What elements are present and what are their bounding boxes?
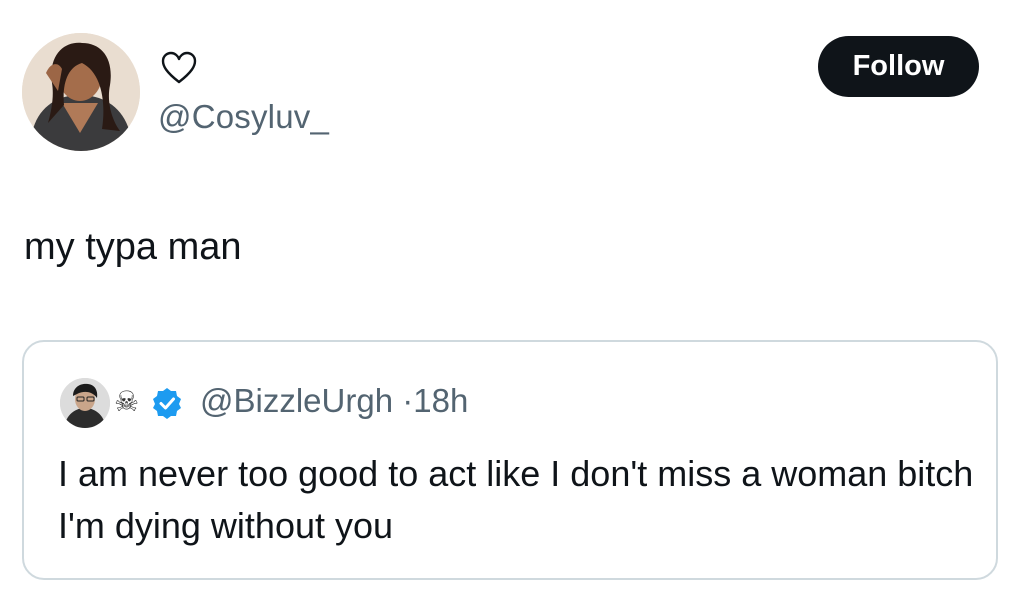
quoted-author-handle[interactable]: @BizzleUrgh	[200, 382, 393, 419]
quoted-tweet-time[interactable]: 18h	[413, 382, 468, 419]
follow-button[interactable]: Follow	[818, 36, 979, 97]
quoted-author-meta: @BizzleUrgh ·18h	[200, 382, 468, 420]
author-handle[interactable]: @Cosyluv_	[158, 98, 329, 136]
skull-emoji: ☠	[114, 386, 140, 417]
quoted-tweet-card[interactable]: ☠ @BizzleUrgh ·18h I am never too good t…	[22, 340, 998, 580]
author-avatar[interactable]	[22, 33, 140, 151]
heart-outline-icon	[161, 51, 197, 84]
tweet-text: my typa man	[24, 226, 242, 268]
quoted-tweet-text: I am never too good to act like I don't …	[58, 453, 974, 546]
verified-badge-icon	[153, 388, 181, 419]
quoted-author-avatar[interactable]	[60, 378, 110, 428]
meta-separator: ·	[402, 382, 414, 419]
